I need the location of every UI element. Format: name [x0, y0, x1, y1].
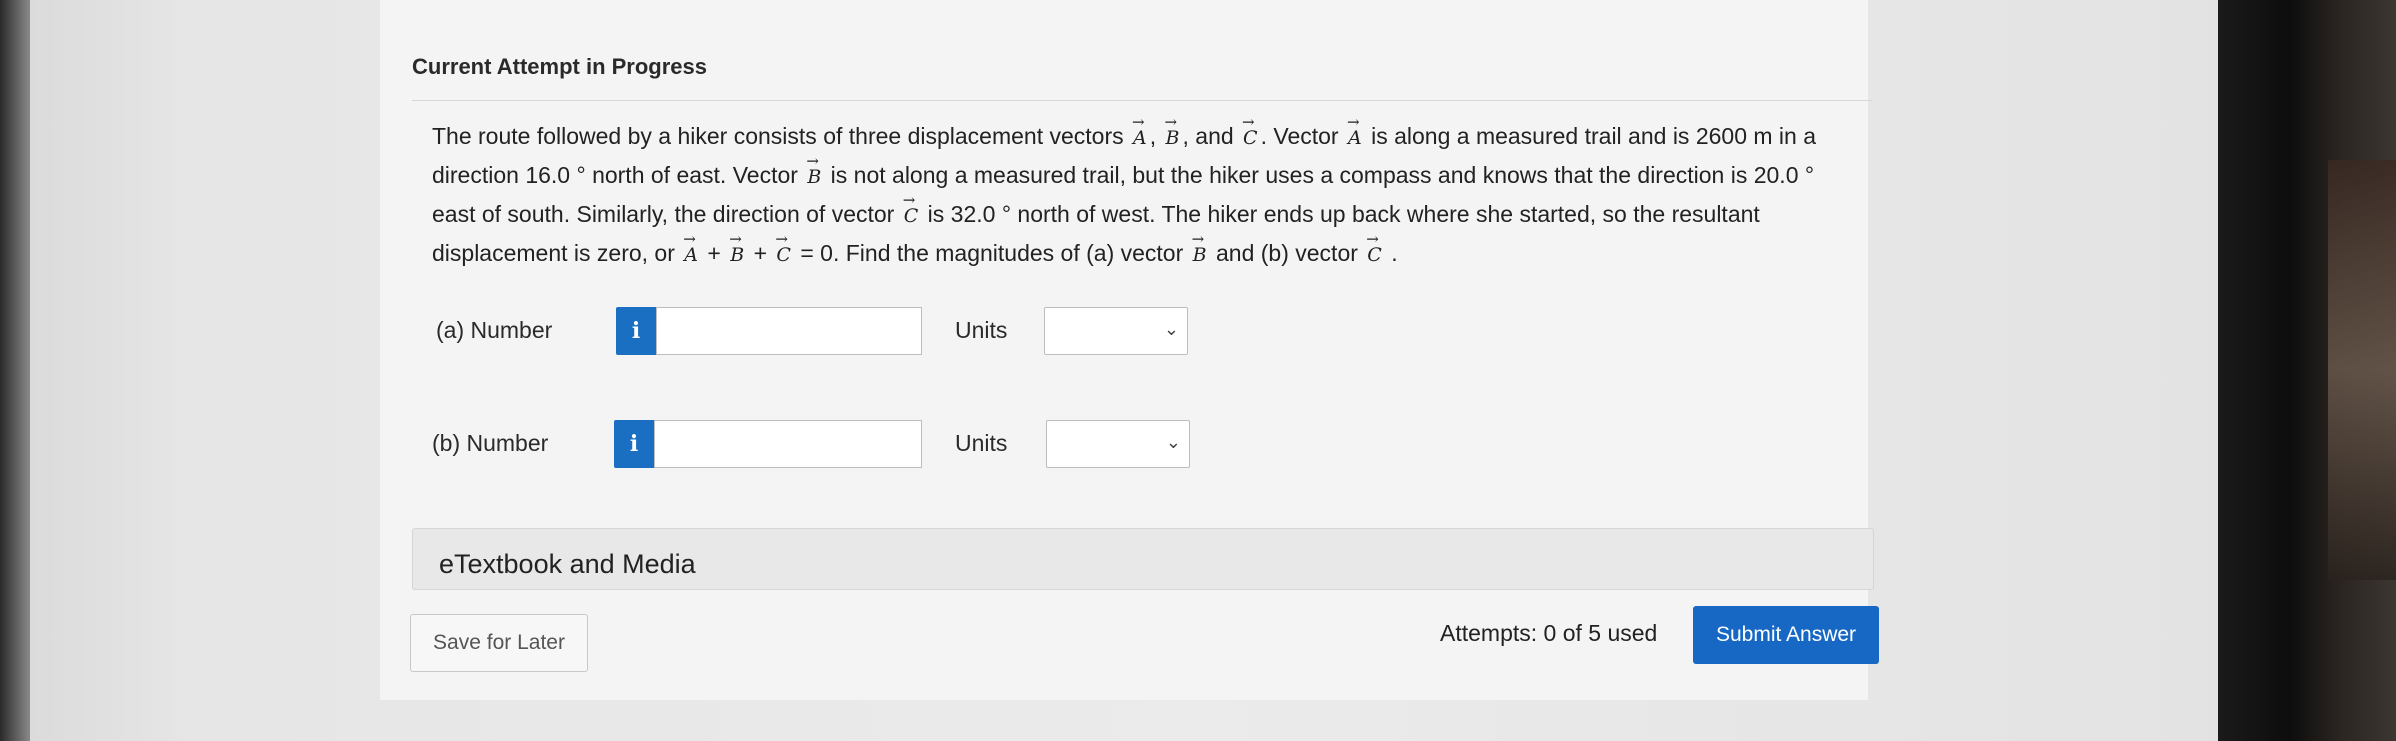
vector-c-symbol: C [1364, 221, 1385, 274]
question-text-segment: , and [1182, 123, 1241, 149]
answer-row-a: (a) Number i Units ⌄ [0, 307, 2396, 357]
vector-a-symbol: A [1130, 104, 1150, 157]
question-text-segment: . Vector [1260, 123, 1345, 149]
vector-b-symbol: B [1190, 221, 1210, 274]
units-select-b[interactable]: ⌄ [1046, 420, 1190, 468]
question-text-segment: The route followed by a hiker consists o… [432, 123, 1131, 149]
screen-bezel-right [2218, 0, 2396, 741]
vector-c-symbol: C [1240, 104, 1261, 157]
question-text-segment: = 0. Find the magnitudes of (a) vector [793, 240, 1190, 266]
question-text-segment: + [747, 240, 774, 266]
info-icon[interactable]: i [616, 307, 656, 355]
chevron-down-icon: ⌄ [1165, 432, 1181, 453]
question-text: The route followed by a hiker consists o… [432, 104, 1862, 274]
units-select-a[interactable]: ⌄ [1044, 307, 1188, 355]
chevron-down-icon: ⌄ [1163, 319, 1179, 340]
vector-b-symbol: B [804, 143, 824, 196]
question-text-segment: . [1384, 240, 1398, 266]
etextbook-media-panel[interactable]: eTextbook and Media [412, 528, 1874, 590]
number-input-b[interactable] [654, 420, 922, 468]
answer-row-b: (b) Number i Units ⌄ [0, 420, 2396, 470]
part-b-label: (b) Number [432, 430, 549, 456]
save-for-later-button[interactable]: Save for Later [410, 614, 588, 672]
units-label-b: Units [955, 430, 1008, 456]
vector-b-symbol: B [727, 221, 747, 274]
bezel-reflection [2328, 160, 2396, 580]
vector-a-symbol: A [681, 221, 701, 274]
vector-a-symbol: A [1345, 104, 1365, 157]
question-text-segment: , [1149, 123, 1163, 149]
vector-c-symbol: C [901, 182, 922, 235]
screen-edge-left [0, 0, 30, 741]
units-label-a: Units [955, 317, 1008, 343]
divider [412, 100, 1872, 101]
part-a-label: (a) Number [436, 317, 553, 343]
section-title: Current Attempt in Progress [412, 54, 708, 79]
submit-answer-button[interactable]: Submit Answer [1693, 606, 1879, 664]
info-icon[interactable]: i [614, 420, 654, 468]
vector-b-symbol: B [1163, 104, 1183, 157]
question-text-segment: + [701, 240, 728, 266]
question-text-segment: and (b) vector [1209, 240, 1365, 266]
vector-c-symbol: C [773, 221, 794, 274]
number-input-a[interactable] [656, 307, 922, 355]
attempts-counter: Attempts: 0 of 5 used [1440, 620, 1658, 646]
